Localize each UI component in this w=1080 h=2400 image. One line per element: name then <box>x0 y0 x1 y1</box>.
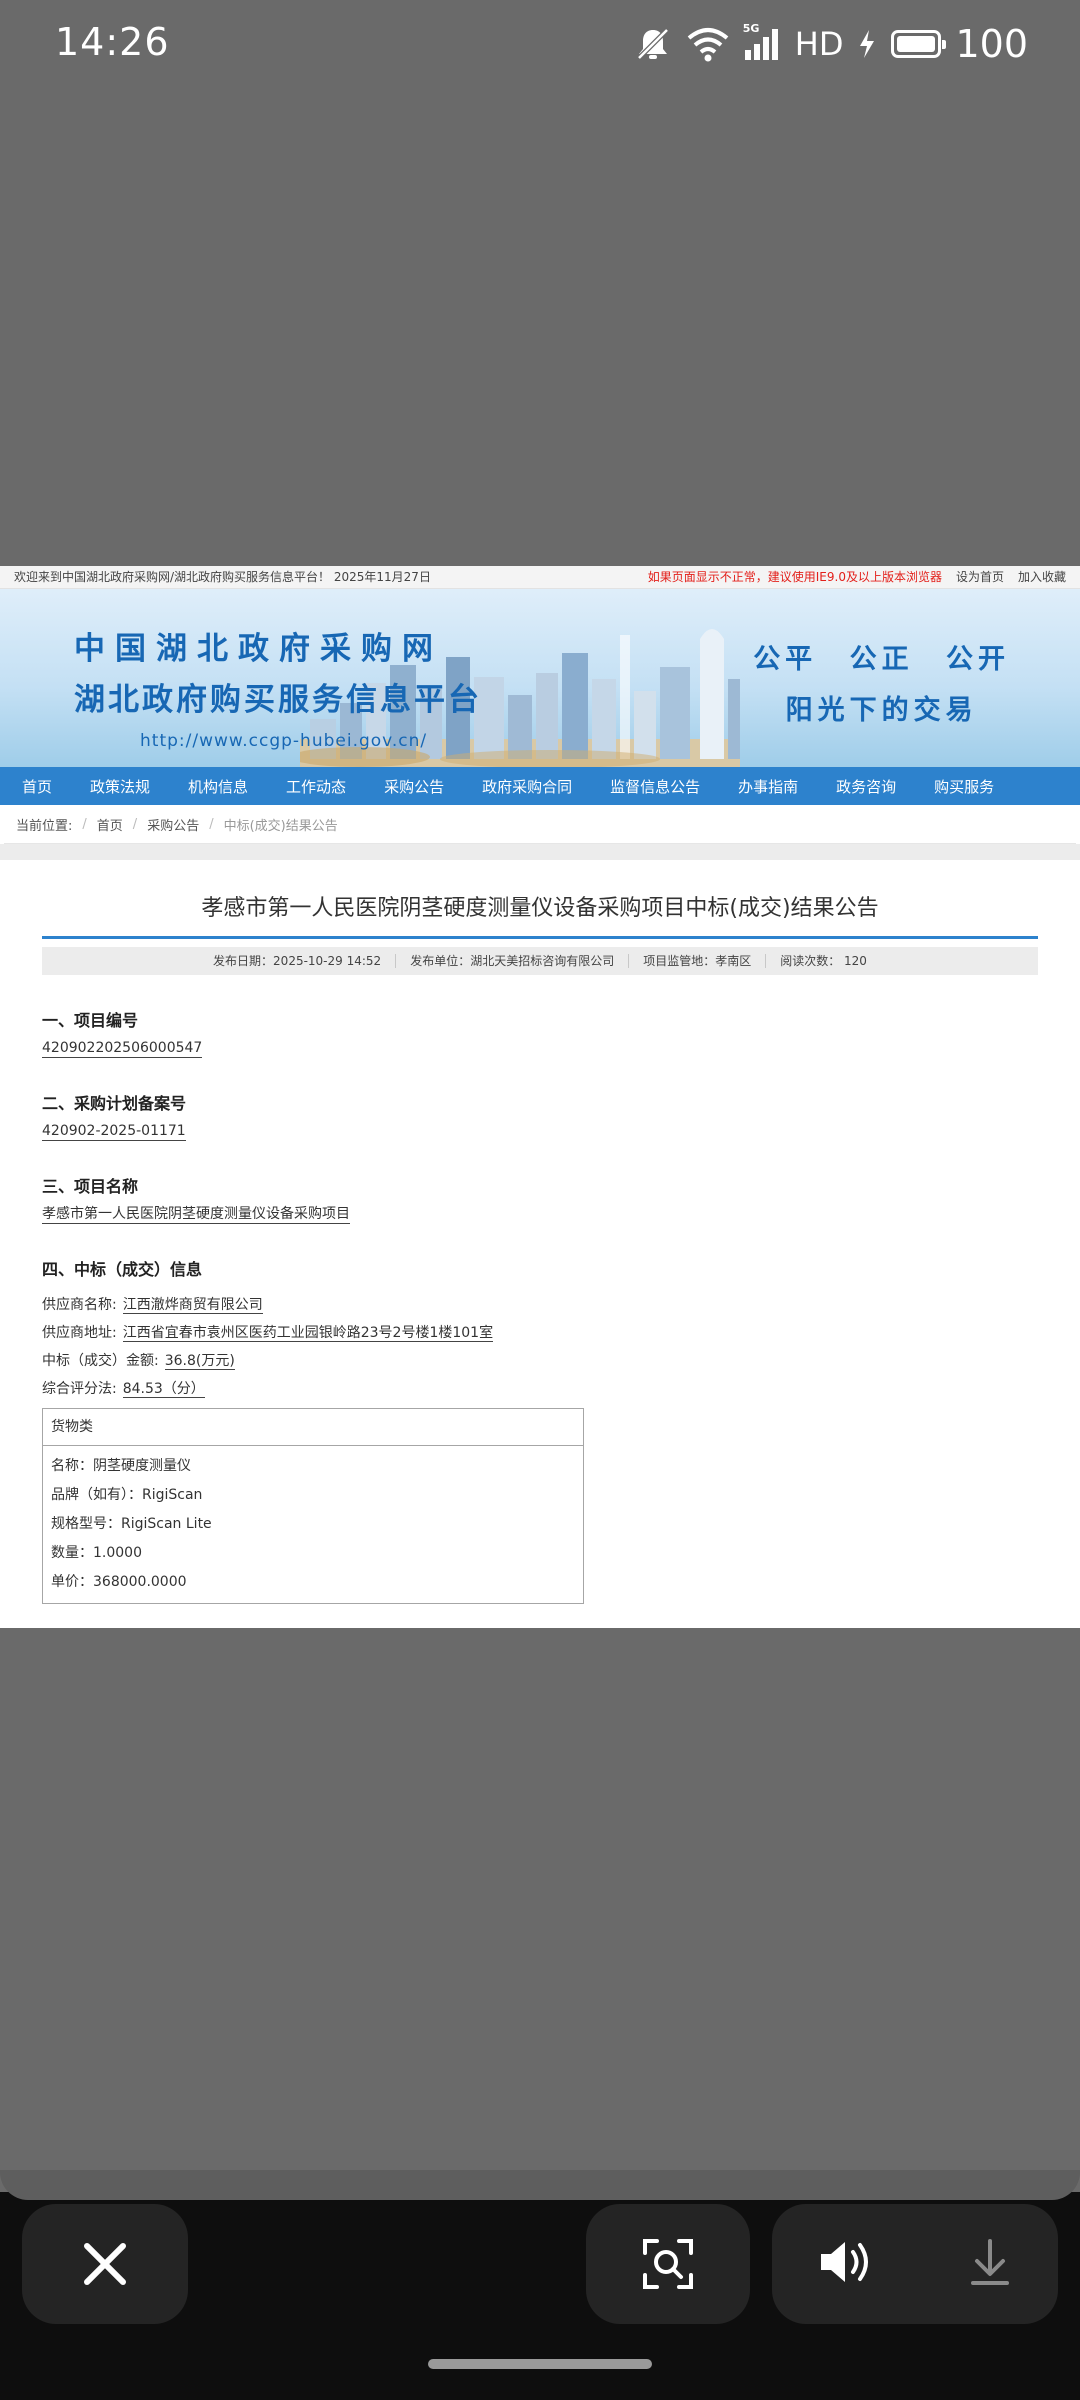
article-meta: 发布日期：2025-10-29 14:52 发布单位：湖北天美招标咨询有限公司 … <box>42 947 1038 975</box>
image-search-button[interactable] <box>586 2204 750 2324</box>
close-icon <box>84 2243 126 2285</box>
goods-table: 货物类 名称：阴茎硬度测量仪 品牌（如有）：RigiScan 规格型号：Rigi… <box>42 1408 584 1604</box>
award-amount-label: 中标（成交）金额: <box>42 1353 159 1369</box>
nav-services[interactable]: 购买服务 <box>934 776 994 797</box>
breadcrumb-home[interactable]: 首页 <box>97 815 123 834</box>
slogan-line1: 公平 公正 公开 <box>753 644 1010 675</box>
article-title: 孝感市第一人民医院阴茎硬度测量仪设备采购项目中标(成交)结果公告 <box>42 860 1038 939</box>
breadcrumb-label: 当前位置: <box>16 818 73 834</box>
award-amount: 36.8(万元) <box>164 1353 235 1370</box>
goods-model: 规格型号：RigiScan Lite <box>51 1516 212 1532</box>
site-topbar: 欢迎来到中国湖北政府采购网/湖北政府购买服务信息平台！ 2025年11月27日 … <box>0 566 1080 589</box>
speaker-icon <box>821 2242 868 2282</box>
status-time: 14:26 <box>55 20 170 64</box>
download-button[interactable] <box>967 2237 1013 2291</box>
section-plan-number-heading: 二、采购计划备案号 <box>42 1094 187 1113</box>
supplier-address: 江西省宜春市袁州区医药工业园银岭路23号2号楼1楼101室 <box>122 1325 494 1342</box>
breadcrumb: 当前位置: / 首页 / 采购公告 / 中标(成交)结果公告 <box>4 805 1076 844</box>
site-title: 中国湖北政府采购网 湖北政府购买服务信息平台 <box>74 623 482 719</box>
nav-guide[interactable]: 办事指南 <box>738 776 798 797</box>
publish-date: 发布日期：2025-10-29 14:52 <box>199 954 397 968</box>
supplier-name-label: 供应商名称: <box>42 1297 117 1313</box>
nav-institutions[interactable]: 机构信息 <box>188 776 248 797</box>
goods-name: 名称：阴茎硬度测量仪 <box>51 1458 191 1474</box>
section-award-heading: 四、中标（成交）信息 <box>42 1260 203 1279</box>
network-type: 5G <box>742 22 760 35</box>
main-nav: 首页 政策法规 机构信息 工作动态 采购公告 政府采购合同 监督信息公告 办事指… <box>0 767 1080 805</box>
status-icons: 5G HD 100 <box>633 20 1028 68</box>
welcome-text: 欢迎来到中国湖北政府采购网/湖北政府购买服务信息平台！ 2025年11月27日 <box>14 570 431 584</box>
nav-contracts[interactable]: 政府采购合同 <box>482 776 572 797</box>
download-icon <box>971 2239 1009 2285</box>
battery-level: 100 <box>955 22 1028 66</box>
goods-brand: 品牌（如有）：RigiScan <box>51 1487 203 1503</box>
goods-quantity: 数量：1.0000 <box>51 1545 142 1561</box>
site-slogan: 公平 公正 公开 阳光下的交易 <box>753 637 1010 727</box>
view-count: 阅读次数： 120 <box>780 954 867 968</box>
site-url: http://www.ccgp-hubei.gov.cn/ <box>140 731 428 751</box>
nav-news[interactable]: 工作动态 <box>286 776 346 797</box>
supplier-address-row: 供应商地址: 江西省宜春市袁州区医药工业园银岭路23号2号楼1楼101室 <box>42 1324 1038 1342</box>
nav-home[interactable]: 首页 <box>22 776 52 797</box>
region: 项目监管地：孝南区 <box>629 954 767 968</box>
set-home-link[interactable]: 设为首页 <box>956 566 1004 588</box>
divider-band <box>0 844 1080 860</box>
charging-icon <box>857 28 877 60</box>
audio-download-group <box>772 2204 1058 2324</box>
nav-consult[interactable]: 政务咨询 <box>836 776 896 797</box>
nav-announcements[interactable]: 采购公告 <box>384 776 444 797</box>
battery-icon <box>891 30 947 58</box>
publisher: 发布单位：湖北天美招标咨询有限公司 <box>396 954 630 968</box>
site-title-line2: 湖北政府购买服务信息平台 <box>74 682 482 718</box>
scan-search-icon <box>643 2239 693 2289</box>
nav-policy[interactable]: 政策法规 <box>90 776 150 797</box>
close-button[interactable] <box>22 2204 188 2324</box>
add-favorite-link[interactable]: 加入收藏 <box>1018 566 1066 588</box>
mute-bell-icon <box>633 24 673 64</box>
supplier-address-label: 供应商地址: <box>42 1325 117 1341</box>
browser-warning: 如果页面显示不正常，建议使用IE9.0及以上版本浏览器 <box>647 570 942 584</box>
article: 孝感市第一人民医院阴茎硬度测量仪设备采购项目中标(成交)结果公告 发布日期：20… <box>0 860 1080 1604</box>
site-banner: 中国湖北政府采购网 湖北政府购买服务信息平台 http://www.ccgp-h… <box>0 589 1080 767</box>
nav-supervision[interactable]: 监督信息公告 <box>610 776 700 797</box>
supplier-name: 江西澈烨商贸有限公司 <box>122 1297 263 1314</box>
score-row: 综合评分法: 84.53（分） <box>42 1380 1038 1398</box>
cellular-signal-icon: 5G <box>743 22 781 62</box>
goods-unit-price: 单价：368000.0000 <box>51 1574 187 1590</box>
wifi-icon <box>687 26 729 62</box>
plan-number: 420902-2025-01171 <box>42 1123 186 1141</box>
webpage-screenshot: 欢迎来到中国湖北政府采购网/湖北政府购买服务信息平台！ 2025年11月27日 … <box>0 566 1080 1628</box>
supplier-name-row: 供应商名称: 江西澈烨商贸有限公司 <box>42 1296 1038 1314</box>
project-number: 420902202506000547 <box>42 1040 203 1058</box>
project-name: 孝感市第一人民医院阴茎硬度测量仪设备采购项目 <box>42 1206 350 1224</box>
site-title-line1: 中国湖北政府采购网 <box>74 631 443 667</box>
section-project-number-heading: 一、项目编号 <box>42 1011 139 1030</box>
section-project-name-heading: 三、项目名称 <box>42 1177 139 1196</box>
speaker-button[interactable] <box>817 2237 877 2291</box>
score: 84.53（分） <box>122 1381 205 1398</box>
breadcrumb-current: 中标(成交)结果公告 <box>223 818 338 834</box>
preview-panel-edge <box>0 2170 1080 2200</box>
breadcrumb-section[interactable]: 采购公告 <box>147 815 199 834</box>
home-indicator[interactable] <box>428 2359 652 2369</box>
slogan-line2: 阳光下的交易 <box>785 695 978 726</box>
goods-table-header: 货物类 <box>43 1409 583 1446</box>
status-bar: 14:26 5G HD 100 <box>0 0 1080 90</box>
hd-label: HD <box>794 25 844 63</box>
score-label: 综合评分法: <box>42 1381 117 1397</box>
award-amount-row: 中标（成交）金额: 36.8(万元) <box>42 1352 1038 1370</box>
